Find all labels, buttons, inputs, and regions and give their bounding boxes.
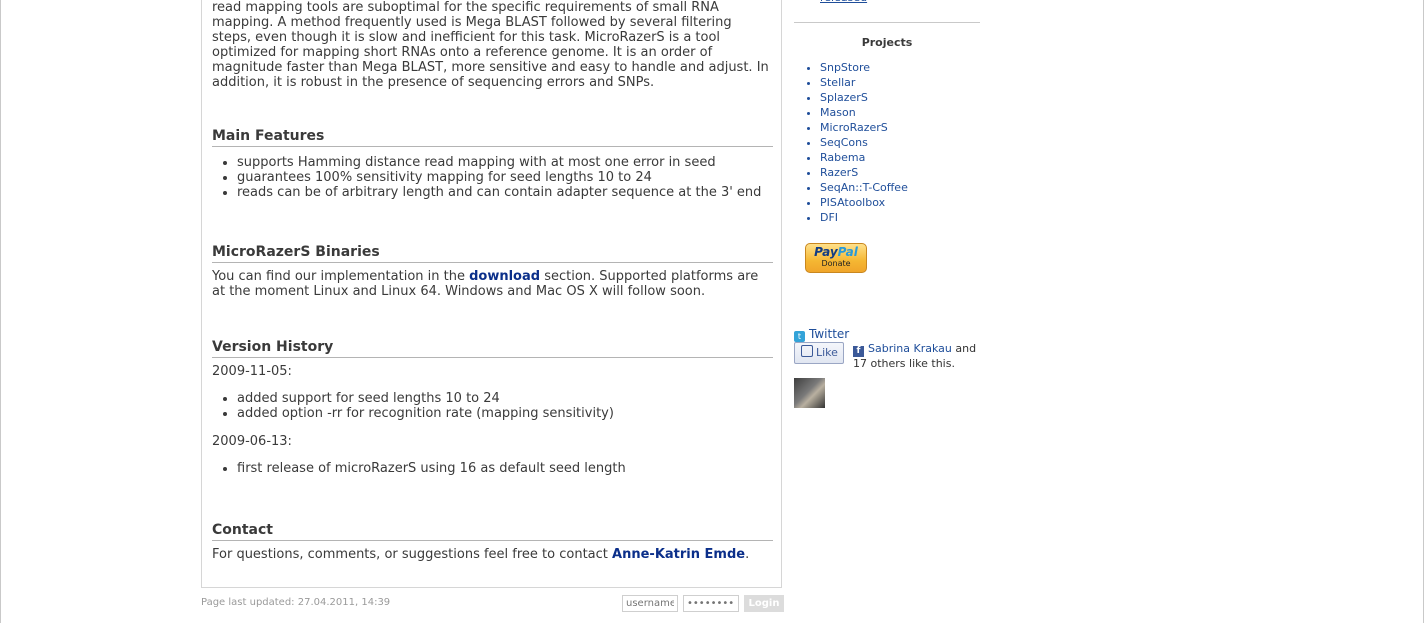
list-item: added support for seed lengths 10 to 24 bbox=[237, 391, 771, 406]
history-list: added support for seed lengths 10 to 24 … bbox=[212, 391, 771, 421]
list-item: guarantees 100% sensitivity mapping for … bbox=[237, 170, 771, 185]
paypal-donate-button[interactable]: PayPal Donate bbox=[805, 243, 867, 273]
project-item: SnpStore bbox=[820, 60, 908, 75]
history-date: 2009-06-13: bbox=[212, 434, 292, 449]
contact-text: For questions, comments, or suggestions … bbox=[212, 547, 613, 562]
project-item: PISAtoolbox bbox=[820, 195, 908, 210]
project-item: RazerS bbox=[820, 165, 908, 180]
history-list: first release of microRazerS using 16 as… bbox=[212, 461, 771, 476]
paypal-logo: PayPal bbox=[806, 246, 866, 259]
project-link-seqan-tcoffee[interactable]: SeqAn::T-Coffee bbox=[820, 181, 908, 194]
main-content: read mapping tools are suboptimal for th… bbox=[201, 0, 782, 588]
sidebar-divider bbox=[794, 22, 980, 23]
project-item: MicroRazerS bbox=[820, 120, 908, 135]
project-link-pisatoolbox[interactable]: PISAtoolbox bbox=[820, 196, 885, 209]
login-button[interactable]: Login bbox=[744, 595, 784, 612]
facebook-user-link[interactable]: Sabrina Krakau bbox=[868, 342, 952, 355]
paypal-pay-text: Pay bbox=[814, 245, 838, 259]
facebook-like-button[interactable]: Like bbox=[794, 342, 844, 364]
username-input[interactable] bbox=[622, 595, 678, 612]
projects-title: Projects bbox=[861, 36, 913, 49]
section-title-history: Version History bbox=[212, 339, 773, 358]
project-item: SeqCons bbox=[820, 135, 908, 150]
project-link-rabema[interactable]: Rabema bbox=[820, 151, 865, 164]
paypal-pal-text: Pal bbox=[837, 245, 858, 259]
frame-left-edge bbox=[0, 0, 1, 623]
list-item: first release of microRazerS using 16 as… bbox=[237, 461, 771, 476]
project-link-mason[interactable]: Mason bbox=[820, 106, 856, 119]
contact-end: . bbox=[745, 547, 750, 562]
facebook-icon: f bbox=[853, 346, 864, 357]
intro-paragraph: read mapping tools are suboptimal for th… bbox=[212, 0, 769, 90]
fb-others-text: 17 others like this. bbox=[853, 357, 955, 370]
section-title-contact: Contact bbox=[212, 522, 773, 541]
paypal-donate-label: Donate bbox=[821, 259, 851, 268]
project-item: SeqAn::T-Coffee bbox=[820, 180, 908, 195]
project-link-dfi[interactable]: DFI bbox=[820, 211, 838, 224]
download-link[interactable]: download bbox=[469, 269, 540, 284]
project-link-razers[interactable]: RazerS bbox=[820, 166, 858, 179]
footer: Page last updated: 27.04.2011, 14:39 Log… bbox=[201, 595, 784, 617]
projects-list: SnpStore Stellar SplazerS Mason MicroRaz… bbox=[794, 60, 908, 225]
password-input[interactable] bbox=[683, 595, 739, 612]
project-item: DFI bbox=[820, 210, 908, 225]
project-link-stellar[interactable]: Stellar bbox=[820, 76, 855, 89]
project-link-snpstore[interactable]: SnpStore bbox=[820, 61, 870, 74]
section-title-binaries: MicroRazerS Binaries bbox=[212, 244, 773, 263]
project-link-microrazers[interactable]: MicroRazerS bbox=[820, 121, 888, 134]
features-list: supports Hamming distance read mapping w… bbox=[212, 155, 771, 200]
last-updated-text: Page last updated: 27.04.2011, 14:39 bbox=[201, 597, 391, 608]
facebook-social-text: f Sabrina Krakau and 17 others like this. bbox=[853, 342, 980, 371]
released-link[interactable]: released bbox=[820, 0, 867, 4]
twitter-link[interactable]: t Twitter bbox=[794, 327, 849, 342]
list-item: reads can be of arbitrary length and can… bbox=[237, 185, 771, 200]
section-title-features: Main Features bbox=[212, 128, 773, 147]
history-date: 2009-11-05: bbox=[212, 364, 292, 379]
avatar[interactable] bbox=[794, 378, 825, 408]
list-item: supports Hamming distance read mapping w… bbox=[237, 155, 771, 170]
project-item: Mason bbox=[820, 105, 908, 120]
project-link-splazers[interactable]: SplazerS bbox=[820, 91, 868, 104]
thumbs-up-icon bbox=[801, 345, 813, 357]
like-label: Like bbox=[816, 346, 838, 359]
project-item: Rabema bbox=[820, 150, 908, 165]
twitter-icon: t bbox=[794, 331, 805, 342]
project-item: Stellar bbox=[820, 75, 908, 90]
fb-and-text: and bbox=[951, 342, 977, 355]
project-item: SplazerS bbox=[820, 90, 908, 105]
binaries-paragraph: You can find our implementation in the d… bbox=[212, 269, 771, 299]
project-link-seqcons[interactable]: SeqCons bbox=[820, 136, 868, 149]
twitter-label: Twitter bbox=[809, 327, 850, 341]
contact-paragraph: For questions, comments, or suggestions … bbox=[212, 547, 771, 562]
list-item: added option -rr for recognition rate (m… bbox=[237, 406, 771, 421]
binaries-text: You can find our implementation in the bbox=[212, 269, 470, 284]
contact-link[interactable]: Anne-Katrin Emde bbox=[612, 547, 745, 562]
